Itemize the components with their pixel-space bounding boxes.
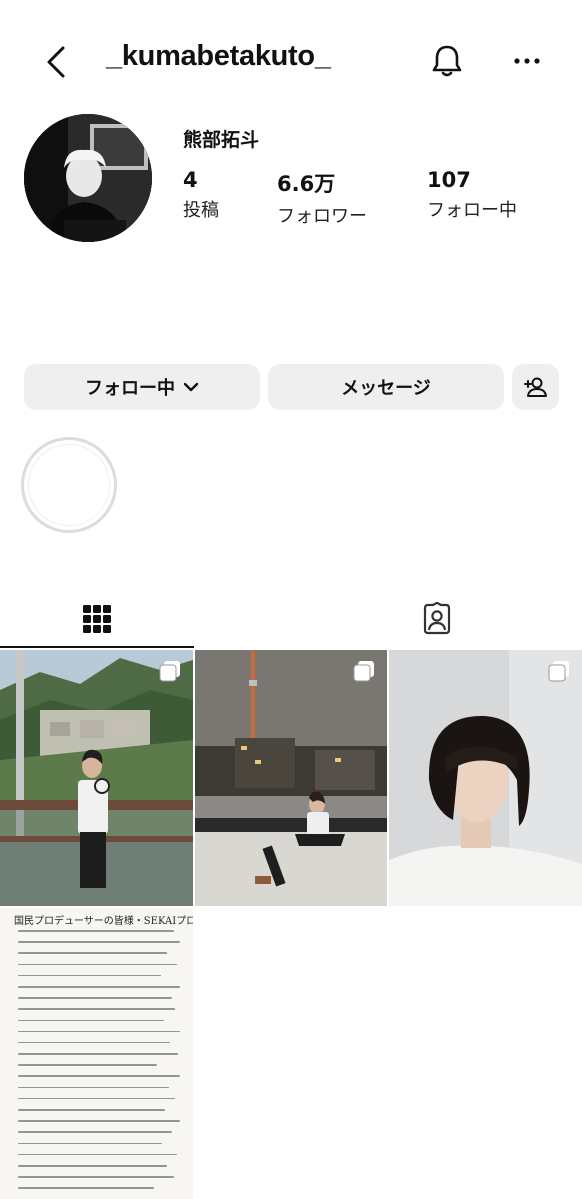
- profile-avatar[interactable]: [24, 114, 152, 242]
- stat-following-label: フォロー中: [427, 200, 517, 221]
- carousel-icon: [353, 661, 374, 682]
- tagged-person-icon: [423, 602, 451, 635]
- post-thumbnail-2[interactable]: [195, 650, 387, 906]
- active-tab-indicator: [0, 646, 194, 648]
- handwritten-letter-text: [18, 930, 180, 1199]
- carousel-icon: [548, 661, 569, 682]
- message-button-label: メッセージ: [341, 378, 431, 399]
- post-1-photo: [0, 650, 193, 906]
- profile-tabs: [0, 590, 582, 648]
- profile-header: _kumabetakuto_: [0, 0, 582, 124]
- post-thumbnail-4[interactable]: 国民プロデューサーの皆様・SEKAIプロデューサーの皆様へ: [0, 908, 193, 1199]
- suggest-users-button[interactable]: [512, 364, 559, 410]
- handwritten-letter-title: 国民プロデューサーの皆様・SEKAIプロデューサーの皆様へ: [14, 916, 193, 927]
- stat-followers-label: フォロワー: [277, 206, 367, 227]
- stat-posts-label: 投稿: [183, 200, 219, 221]
- bell-icon: [432, 45, 462, 77]
- notifications-button[interactable]: [428, 42, 466, 80]
- post-thumbnail-1[interactable]: [0, 650, 193, 906]
- post-thumbnail-3[interactable]: [389, 650, 582, 906]
- stat-following[interactable]: 107 フォロー中: [427, 168, 517, 222]
- stat-posts-value: 4: [183, 168, 198, 192]
- story-highlight[interactable]: [21, 437, 117, 533]
- stat-followers[interactable]: 6.6万 フォロワー: [277, 168, 367, 228]
- add-user-icon: [523, 377, 547, 397]
- post-2-photo: [195, 650, 387, 906]
- following-button[interactable]: フォロー中: [24, 364, 260, 410]
- story-highlight-cover: [28, 444, 110, 526]
- profile-display-name: 熊部拓斗: [183, 129, 260, 151]
- back-button[interactable]: [40, 44, 72, 80]
- more-horizontal-icon: [514, 58, 540, 64]
- grid-icon: [83, 605, 111, 633]
- tab-tagged[interactable]: [340, 590, 534, 648]
- message-button[interactable]: メッセージ: [268, 364, 504, 410]
- profile-username: _kumabetakuto_: [106, 40, 331, 72]
- carousel-icon: [159, 661, 180, 682]
- tab-posts-grid[interactable]: [0, 590, 194, 648]
- stat-following-value: 107: [427, 168, 471, 192]
- stat-followers-value: 6.6万: [277, 172, 336, 196]
- avatar-photo: [24, 114, 152, 242]
- post-3-photo: [389, 650, 582, 906]
- stat-posts[interactable]: 4 投稿: [183, 168, 219, 222]
- more-options-button[interactable]: [508, 42, 546, 80]
- chevron-left-icon: [47, 46, 65, 78]
- following-button-label: フォロー中: [85, 378, 175, 399]
- chevron-down-icon: [183, 382, 199, 392]
